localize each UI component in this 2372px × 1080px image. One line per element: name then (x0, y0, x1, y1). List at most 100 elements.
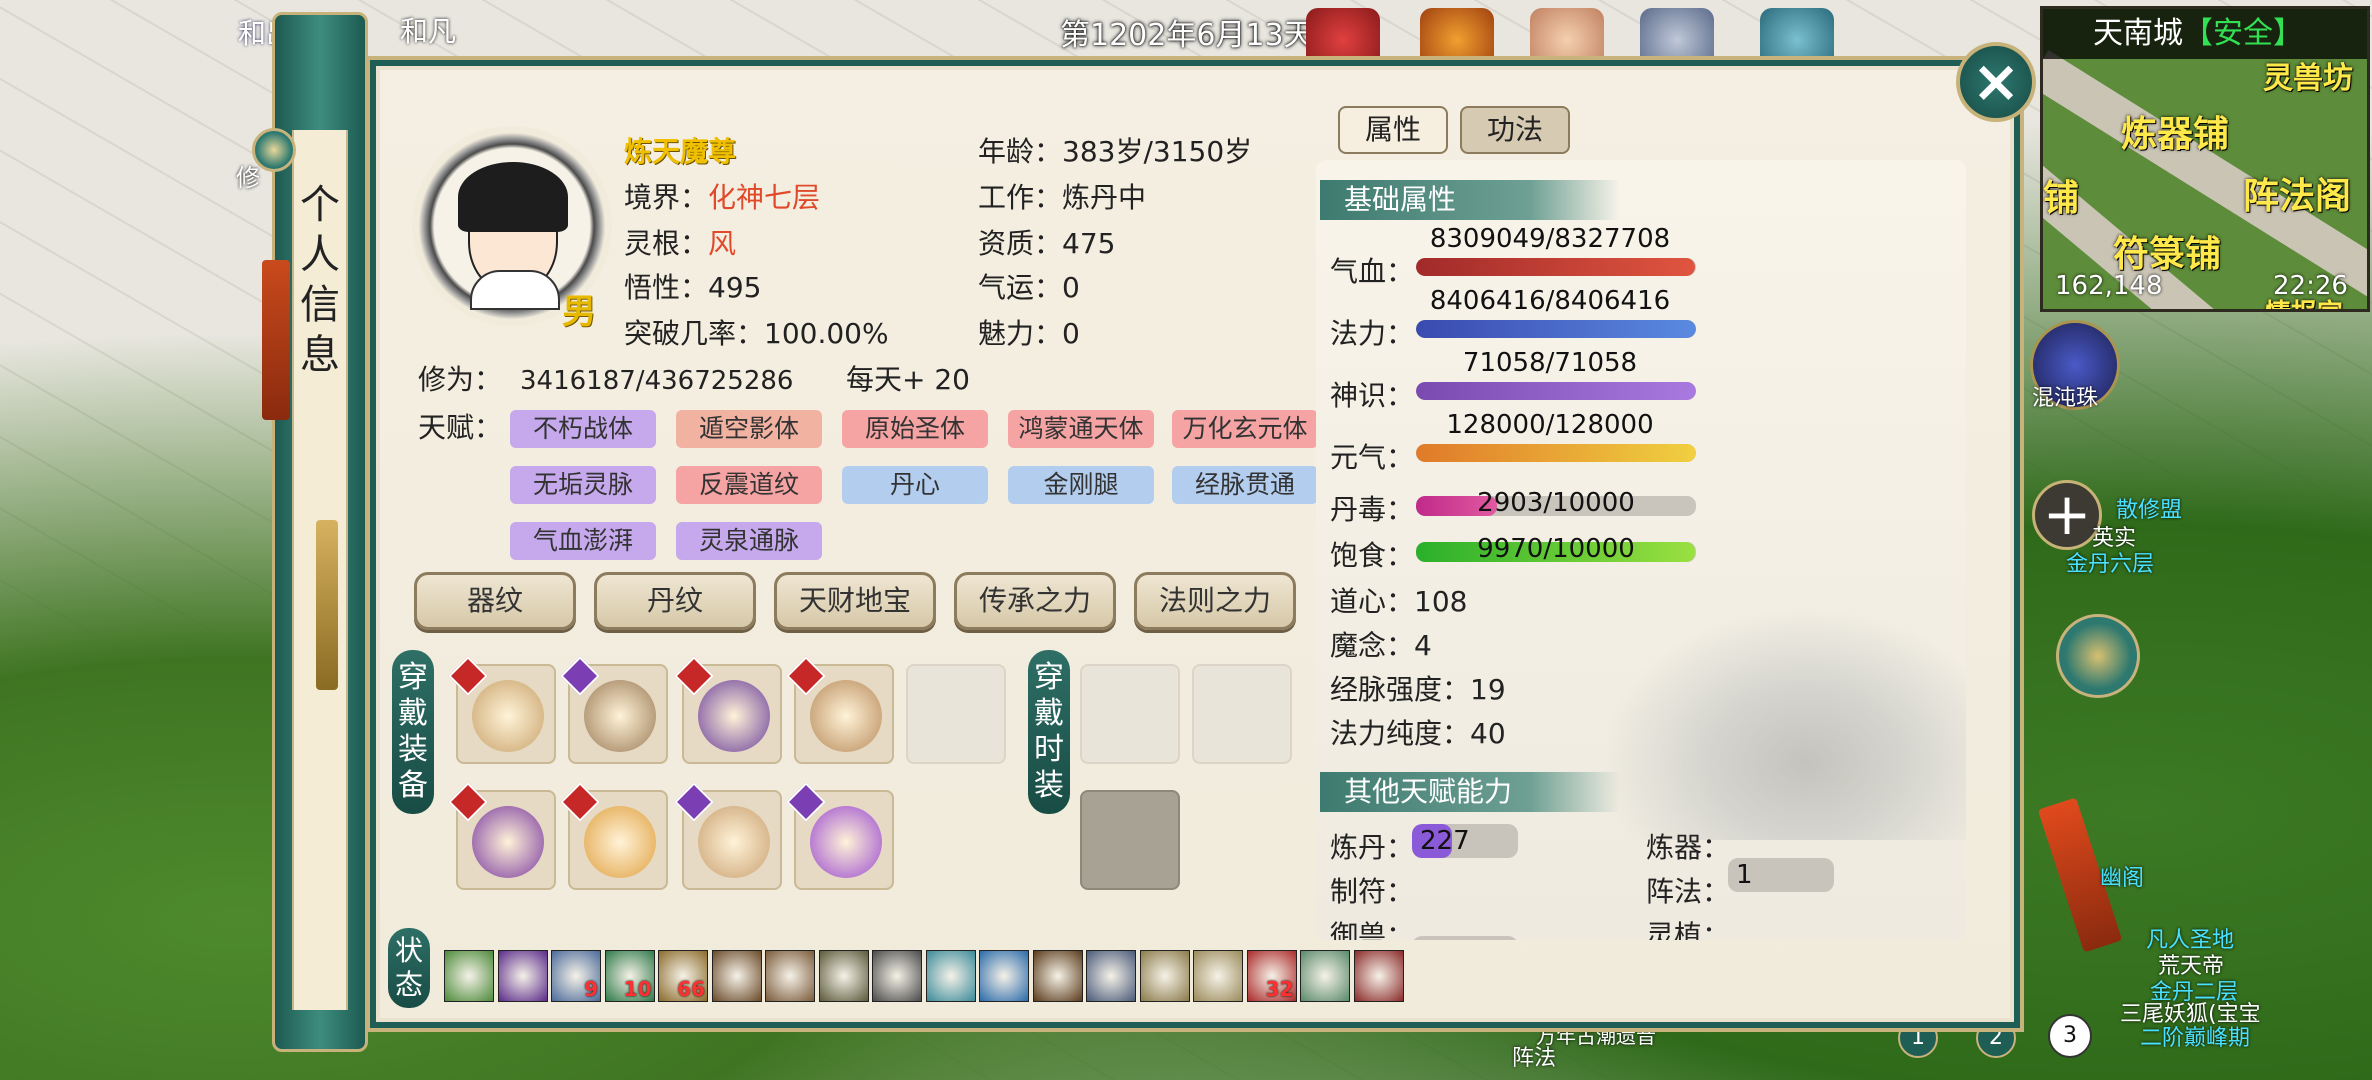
buff-stack-count: 66 (677, 977, 705, 1001)
minimap[interactable]: 天南城【安全】 灵兽坊 炼器铺 铺 阵法阁 符箓铺 162,148 22:26 … (2040, 6, 2370, 312)
talent-tag[interactable]: 灵泉通脉 (676, 522, 822, 560)
status-buff-icon[interactable] (1032, 950, 1083, 1002)
status-buff-icon[interactable]: 32 (1246, 950, 1297, 1002)
comprehension-value: 495 (708, 271, 762, 304)
equipment-slot[interactable] (786, 782, 894, 890)
portrait-body (470, 270, 560, 310)
side-text-3: 幽阁 (2100, 866, 2145, 891)
feature-button[interactable]: 天财地宝 (774, 572, 936, 630)
talent-tag[interactable]: 金刚腿 (1008, 466, 1154, 504)
title-char-3: 息 (300, 332, 340, 378)
status-buff-icon[interactable]: 66 (658, 950, 708, 1002)
fashion-slot-1[interactable] (1080, 664, 1180, 764)
cultivation-row: 修为： 3416187/436725286 (418, 358, 793, 398)
ring-icon (698, 806, 770, 878)
equipment-slot[interactable] (786, 656, 894, 764)
attribute-label: 饱食： (1330, 539, 1415, 572)
ability-label: 炼器： (1646, 831, 1731, 864)
map-label-beast[interactable]: 灵兽坊 (2263, 53, 2353, 97)
equipment-slot[interactable] (448, 656, 556, 764)
status-buff-icon[interactable] (872, 950, 922, 1002)
map-label-formation[interactable]: 阵法阁 (2243, 167, 2351, 219)
status-buff-icon[interactable]: 9 (551, 950, 601, 1002)
status-buff-icon[interactable] (711, 950, 762, 1002)
ability-value: 1 (1736, 860, 1753, 890)
cloak-icon (472, 680, 544, 752)
equipment-slot[interactable] (560, 782, 668, 890)
fashion-label-char: 时 (1034, 732, 1064, 767)
mountain-painting (1566, 580, 1966, 840)
map-label-forge[interactable]: 炼器铺 (2121, 105, 2229, 157)
status-buff-icon[interactable] (497, 950, 548, 1002)
status-buff-icon[interactable] (1086, 950, 1136, 1002)
comprehension-label: 悟性： (624, 271, 709, 304)
status-buff-icon[interactable] (925, 950, 976, 1002)
talent-tag[interactable]: 鸿蒙通天体 (1008, 410, 1154, 448)
page-button-3[interactable]: 3 (2048, 1014, 2092, 1058)
talent-tag[interactable]: 反震道纹 (676, 466, 822, 504)
aptitude-value: 475 (1062, 227, 1116, 260)
jade-disc-icon[interactable] (2056, 614, 2140, 698)
feature-button[interactable]: 器纹 (414, 572, 576, 630)
talent-tag[interactable]: 遁空影体 (676, 410, 822, 448)
talent-tag[interactable]: 气血澎湃 (510, 522, 656, 560)
tab-skills[interactable]: 功法 (1460, 106, 1570, 154)
red-tassel-ornament (262, 260, 290, 420)
talent-tag[interactable]: 万化玄元体 (1172, 410, 1318, 448)
status-buff-icon[interactable] (1193, 950, 1243, 1002)
status-buff-icon[interactable] (765, 950, 815, 1002)
boots-icon (810, 680, 882, 752)
minimap-title: 天南城【安全】 (2043, 9, 2367, 59)
breakthrough-label: 突破几率： (624, 317, 765, 350)
ability-value: 5 (1420, 936, 1437, 940)
age-label: 年龄： (978, 135, 1063, 168)
root-value: 风 (708, 227, 737, 260)
talent-tag[interactable]: 无垢灵脉 (510, 466, 656, 504)
status-buff-icon[interactable] (818, 950, 869, 1002)
side-text-8: 二阶巅峰期 (2140, 1026, 2251, 1051)
close-button[interactable]: × (1956, 42, 2036, 122)
attribute-panel: 基础属性 气血： 8309049/8327708 法力： 8406416/840641… (1316, 160, 1966, 940)
status-buff-icon[interactable] (1353, 950, 1404, 1002)
map-label-shop[interactable]: 铺 (2043, 169, 2079, 221)
age-row: 年龄：383岁/3150岁 (978, 130, 1252, 170)
realm-label: 境界： (624, 181, 709, 214)
talent-tag[interactable]: 经脉贯通 (1172, 466, 1318, 504)
status-buff-icon[interactable] (444, 950, 494, 1002)
feature-button[interactable]: 传承之力 (954, 572, 1116, 630)
attribute-value: 8406416/8406416 (1429, 286, 1671, 316)
equipment-slot[interactable] (674, 656, 782, 764)
title-char-0: 个 (300, 182, 340, 228)
stat-row: 道心：108 (1330, 580, 1467, 620)
talent-tag[interactable]: 不朽战体 (510, 410, 656, 448)
talent-tag[interactable]: 原始圣体 (842, 410, 988, 448)
fashion-slot-2[interactable] (1192, 664, 1292, 764)
ability-value: 227 (1420, 826, 1470, 856)
attribute-bar (1416, 320, 1696, 338)
status-buff-icon[interactable]: 10 (604, 950, 655, 1002)
fashion-label-char: 穿 (1034, 660, 1064, 695)
gold-tassel-ornament (316, 520, 338, 690)
breakthrough-row: 突破几率：100.00% (624, 312, 889, 352)
map-label-talisman[interactable]: 符箓铺 (2113, 225, 2221, 277)
equipment-slot[interactable] (448, 782, 556, 890)
fashion-slot-3[interactable] (1080, 790, 1180, 890)
root-row: 灵根：风 (624, 222, 736, 262)
status-buff-icon[interactable] (1300, 950, 1350, 1002)
talent-tag[interactable]: 丹心 (842, 466, 988, 504)
feature-button[interactable]: 法则之力 (1134, 572, 1296, 630)
fashion-label-char: 戴 (1034, 696, 1064, 731)
status-buff-icon[interactable] (979, 950, 1029, 1002)
orb-icon (584, 806, 656, 878)
equipment-slot[interactable] (560, 656, 668, 764)
feature-button[interactable]: 丹纹 (594, 572, 756, 630)
ability-label: 制符： (1330, 875, 1415, 908)
realm-value: 化神七层 (708, 181, 821, 214)
map-label-intel[interactable]: 情报宫 (2265, 293, 2343, 309)
tab-attributes[interactable]: 属性 (1338, 106, 1448, 154)
stat-value: 4 (1414, 629, 1432, 662)
attribute-value: 2903/10000 (1477, 488, 1635, 518)
equipment-slot[interactable] (674, 782, 782, 890)
equipment-slot-empty[interactable] (906, 664, 1006, 764)
status-buff-icon[interactable] (1139, 950, 1190, 1002)
